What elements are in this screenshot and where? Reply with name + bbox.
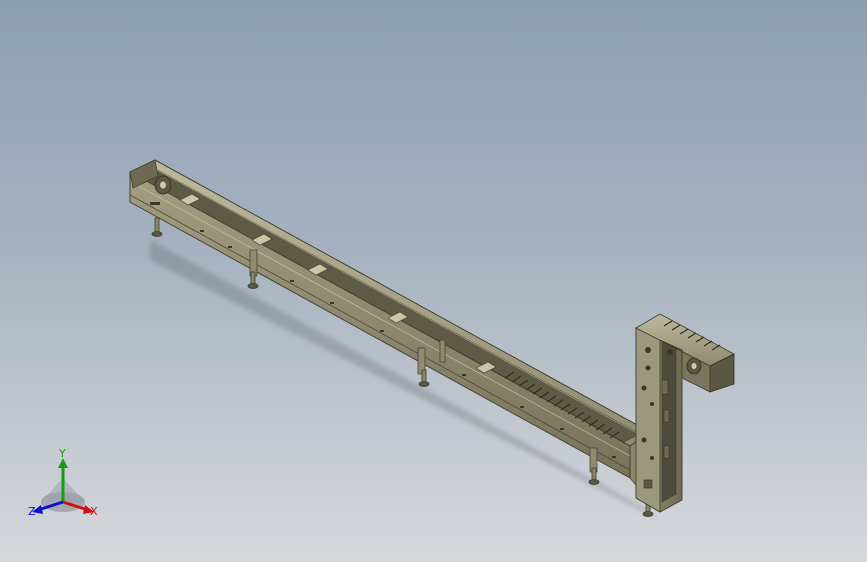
conveyor-model[interactable]	[0, 0, 867, 562]
graphics-viewport[interactable]: Y X Z	[0, 0, 867, 562]
triad-z-label: Z	[28, 505, 36, 518]
triad-y-label: Y	[59, 447, 66, 460]
view-orientation-triad[interactable]: Y X Z	[24, 448, 104, 522]
triad-x-label: X	[90, 505, 98, 518]
model-shadow	[150, 240, 660, 520]
